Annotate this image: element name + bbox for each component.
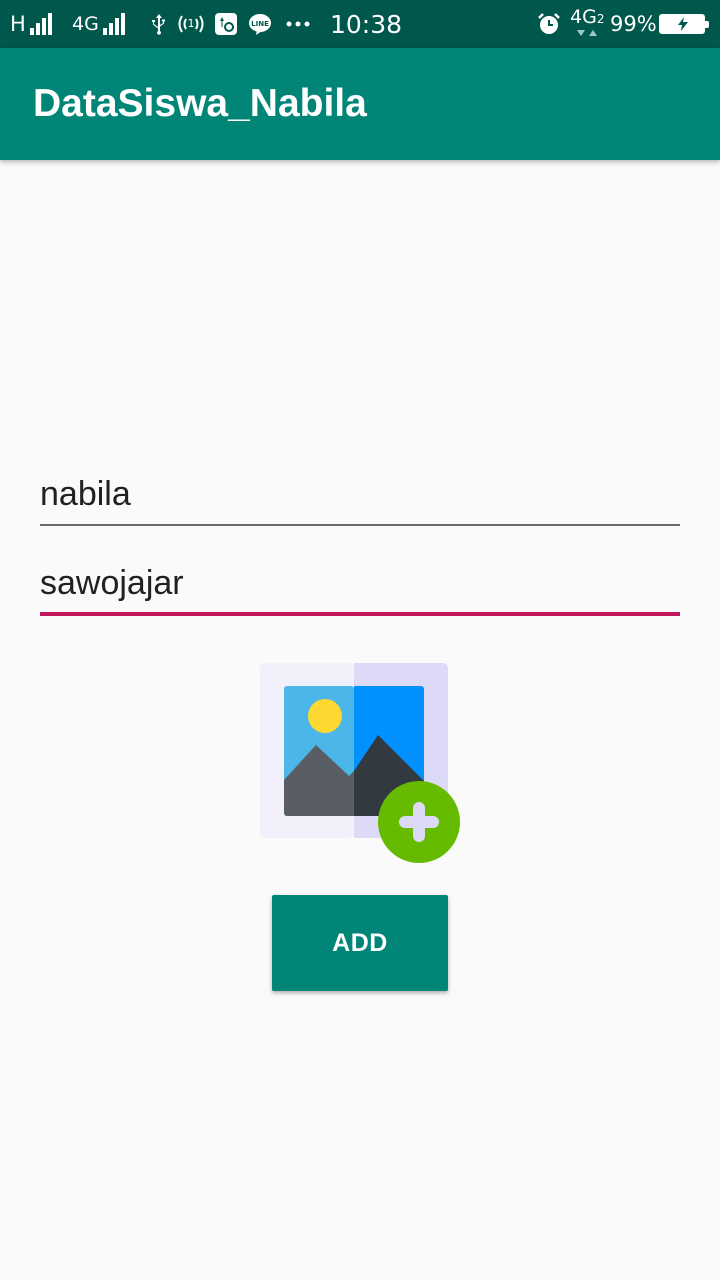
battery-charging-icon <box>659 14 709 34</box>
battery-percent: 99% <box>610 12 657 36</box>
sim-index-label: 2 <box>596 12 605 26</box>
settings-notification-icon <box>215 13 237 35</box>
add-button[interactable]: ADD <box>272 895 448 991</box>
clock: 10:38 <box>330 9 403 39</box>
alarm-icon <box>538 13 560 34</box>
image-picker[interactable] <box>260 663 460 863</box>
network-type-label: 4G <box>72 13 99 35</box>
add-image-icon[interactable] <box>260 663 460 863</box>
network-4g-indicator: 4G <box>72 0 125 48</box>
usb-icon <box>152 14 165 35</box>
signal-icon <box>29 13 52 35</box>
data-activity-icon <box>577 30 597 36</box>
svg-text:1: 1 <box>188 17 195 30</box>
mobile-data-indicator: 4G 2 <box>570 0 604 48</box>
address-field[interactable] <box>40 554 680 616</box>
hotspot-icon: 1 <box>178 15 204 33</box>
app-bar: DataSiswa_Nabila <box>0 48 720 160</box>
network-h-indicator: H <box>10 0 52 48</box>
line-app-icon: LINE <box>249 14 271 35</box>
name-input[interactable] <box>40 464 680 524</box>
app-title: DataSiswa_Nabila <box>33 82 367 125</box>
name-field[interactable] <box>40 464 680 526</box>
address-input[interactable] <box>40 554 680 612</box>
network-type-label: H <box>10 12 26 36</box>
svg-text:LINE: LINE <box>251 20 269 28</box>
signal-icon <box>102 13 125 35</box>
status-bar: H 4G 1 LINE 10:38 4G 2 99% <box>0 0 720 48</box>
network-type-label: 4G <box>570 6 597 28</box>
more-dots-icon <box>286 21 310 27</box>
